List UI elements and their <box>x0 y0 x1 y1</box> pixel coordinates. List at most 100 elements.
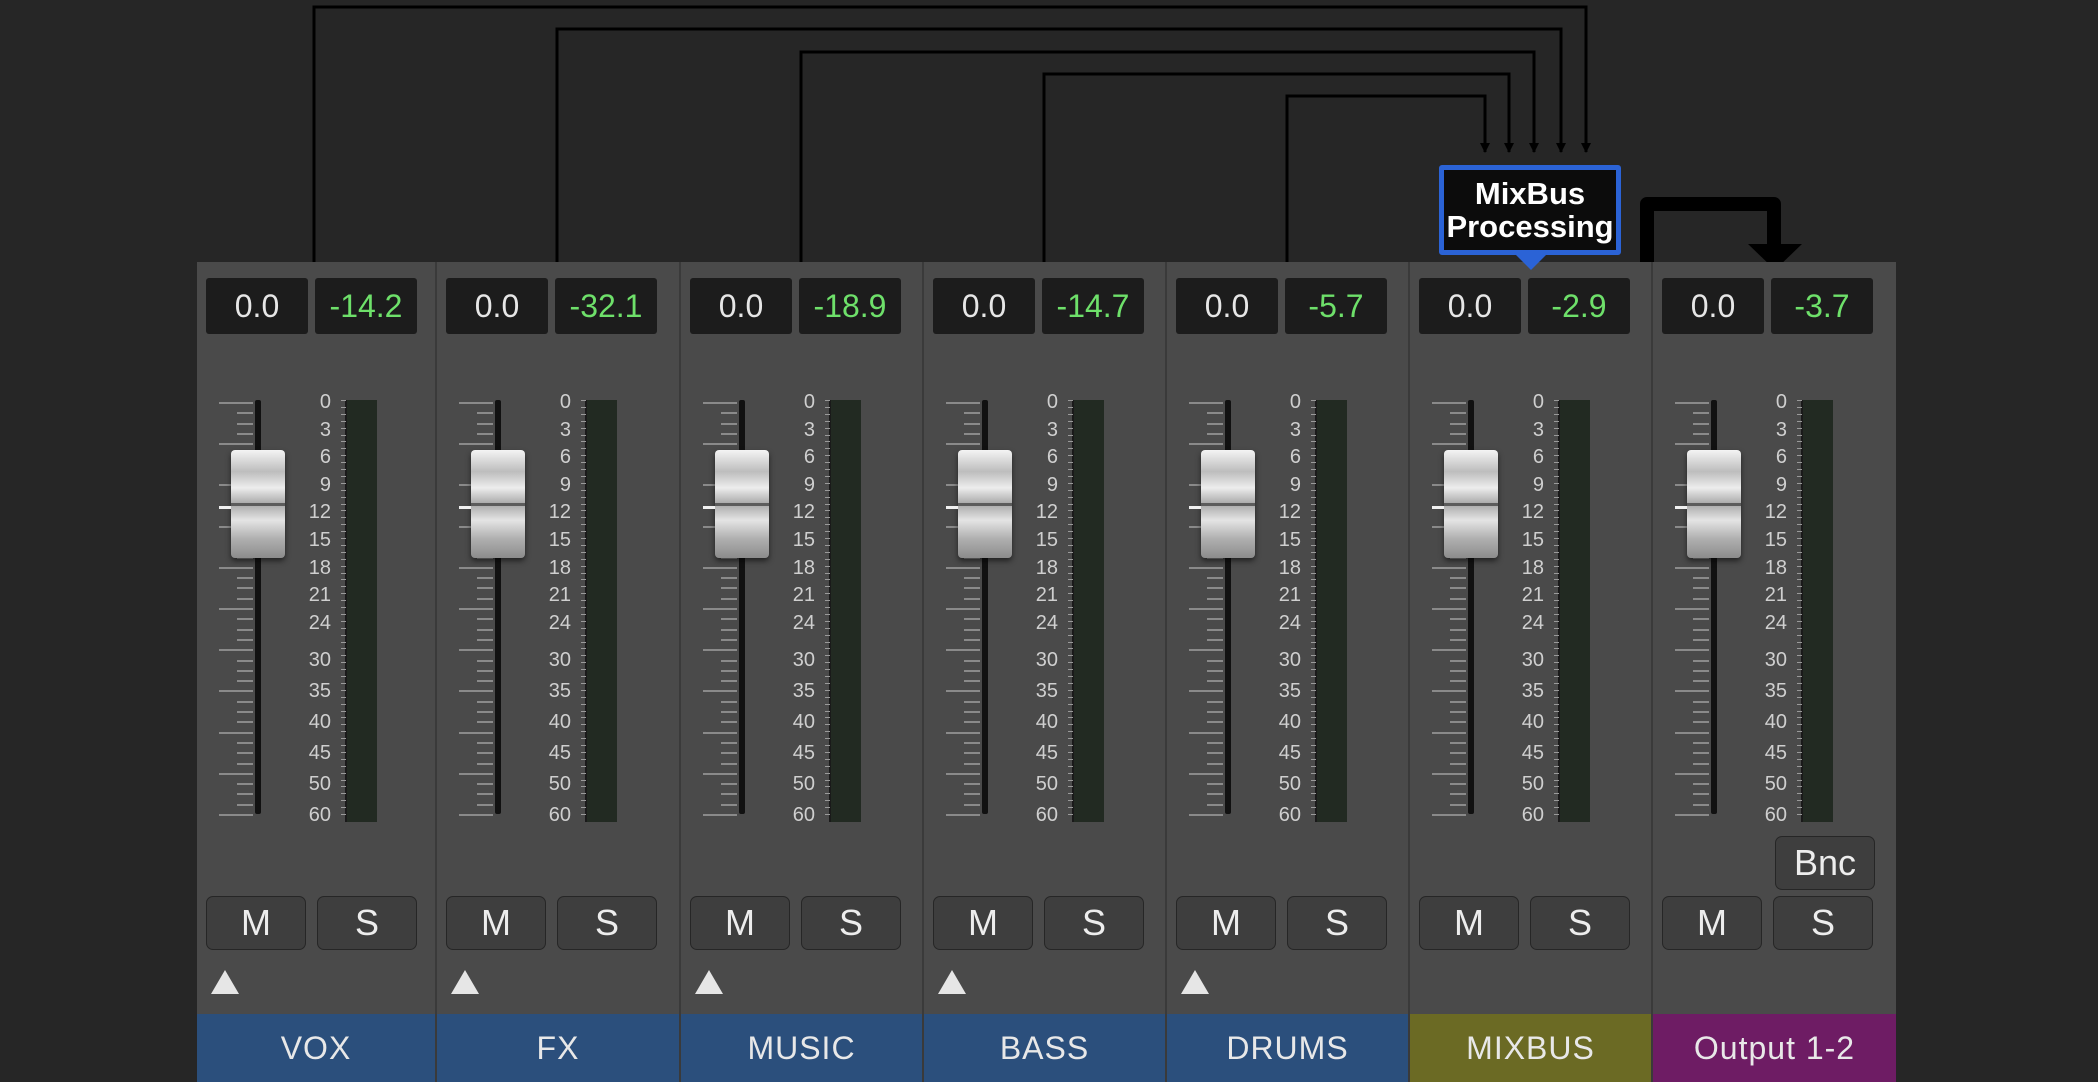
meter-tick <box>1554 655 1559 657</box>
solo-button[interactable]: S <box>557 896 657 950</box>
meter-tick <box>1797 607 1802 608</box>
fader-handle[interactable] <box>958 450 1012 558</box>
volume-readout[interactable]: 0.0 <box>206 278 308 334</box>
volume-readout[interactable]: 0.0 <box>1176 278 1278 334</box>
peak-readout[interactable]: -5.7 <box>1285 278 1387 334</box>
meter-tick <box>825 641 830 643</box>
mute-button[interactable]: M <box>933 896 1033 950</box>
scale-label: 18 <box>1278 557 1301 579</box>
solo-button[interactable]: S <box>317 896 417 950</box>
channel-name[interactable]: VOX <box>197 1014 435 1082</box>
volume-readout[interactable]: 0.0 <box>933 278 1035 334</box>
meter-tick <box>1554 565 1559 567</box>
volume-readout[interactable]: 0.0 <box>690 278 792 334</box>
meter-tick <box>825 469 830 470</box>
fader-handle[interactable] <box>471 450 525 558</box>
fader-handle[interactable] <box>1444 450 1498 558</box>
send-triangle-icon[interactable] <box>938 970 966 994</box>
volume-readout[interactable]: 0.0 <box>446 278 548 334</box>
meter-tick <box>825 551 830 553</box>
fader-handle[interactable] <box>1687 450 1741 558</box>
fader-handle[interactable] <box>1201 450 1255 558</box>
peak-readout[interactable]: -14.7 <box>1042 278 1144 334</box>
fader-tick <box>459 402 493 404</box>
meter-tick <box>1554 682 1559 684</box>
channel-strip: 0.0 -3.7 0 3 6 9 12 15 18 21 24 30 35 40 45 50 60 Bnc M S Ou… <box>1653 262 1896 1082</box>
scale-label: 18 <box>1764 557 1787 579</box>
scale-label: 21 <box>308 584 331 606</box>
fader-tick <box>477 432 493 435</box>
meter-tick <box>581 613 586 615</box>
meter-tick <box>825 717 830 719</box>
channel-name[interactable]: BASS <box>924 1014 1165 1082</box>
send-triangle-icon[interactable] <box>211 970 239 994</box>
meter-tick <box>1554 517 1559 519</box>
channel-name[interactable]: DRUMS <box>1167 1014 1408 1082</box>
mute-button[interactable]: M <box>446 896 546 950</box>
mute-button[interactable]: M <box>1419 896 1519 950</box>
solo-button[interactable]: S <box>1287 896 1387 950</box>
mute-button[interactable]: M <box>1662 896 1762 950</box>
fader-tick <box>1693 638 1709 641</box>
mute-button[interactable]: M <box>690 896 790 950</box>
solo-button[interactable]: S <box>801 896 901 950</box>
bounce-button[interactable]: Bnc <box>1775 836 1875 890</box>
peak-readout[interactable]: -3.7 <box>1771 278 1873 334</box>
mute-button[interactable]: M <box>206 896 306 950</box>
meter-tick <box>1068 738 1073 740</box>
peak-readout[interactable]: -18.9 <box>799 278 901 334</box>
send-triangle-icon[interactable] <box>451 970 479 994</box>
channel-name[interactable]: Output 1-2 <box>1653 1014 1896 1082</box>
mute-button[interactable]: M <box>1176 896 1276 950</box>
volume-readout[interactable]: 0.0 <box>1662 278 1764 334</box>
send-triangle-icon[interactable] <box>1181 970 1209 994</box>
channel-name[interactable]: FX <box>437 1014 679 1082</box>
fader-handle[interactable] <box>715 450 769 558</box>
meter-tick <box>1554 593 1559 595</box>
fader-tick <box>964 741 980 744</box>
level-meter <box>1797 400 1833 822</box>
fader-tick <box>459 566 493 569</box>
fader-tick <box>1693 422 1709 425</box>
solo-button[interactable]: S <box>1773 896 1873 950</box>
fader-tick <box>477 422 493 425</box>
fader-area: 0 3 6 9 12 15 18 21 24 30 35 40 45 50 60 <box>1410 392 1651 825</box>
scale-label: 15 <box>792 529 815 551</box>
scale-label: 45 <box>1278 742 1301 764</box>
fader-tick <box>1207 803 1223 806</box>
meter-tick <box>1797 703 1802 705</box>
fader-tick <box>1207 597 1223 600</box>
fader-handle[interactable] <box>231 450 285 558</box>
meter-tick <box>1797 627 1802 629</box>
meter-tick <box>1554 510 1559 512</box>
meter-tick <box>341 696 346 698</box>
meter-tick <box>1797 724 1802 726</box>
meter-tick <box>1068 434 1073 436</box>
send-triangle-icon[interactable] <box>695 970 723 994</box>
meter-tick <box>581 551 586 553</box>
meter-tick <box>1068 634 1073 636</box>
scale-label: 0 <box>803 391 815 413</box>
channel-name[interactable]: MIXBUS <box>1410 1014 1651 1082</box>
meter-tick <box>1797 462 1802 464</box>
meter-tick <box>1068 703 1073 705</box>
volume-readout[interactable]: 0.0 <box>1419 278 1521 334</box>
fader-tick <box>721 721 737 724</box>
meter-tick <box>825 731 830 733</box>
meter-tick <box>1797 496 1802 498</box>
peak-readout[interactable]: -14.2 <box>315 278 417 334</box>
meter-tick <box>1554 793 1559 795</box>
solo-button[interactable]: S <box>1530 896 1630 950</box>
fader-area: 0 3 6 9 12 15 18 21 24 30 35 40 45 50 60 <box>197 392 435 825</box>
meter-tick <box>1554 496 1559 498</box>
solo-button[interactable]: S <box>1044 896 1144 950</box>
channel-name[interactable]: MUSIC <box>681 1014 922 1082</box>
meter-tick <box>1311 758 1316 760</box>
fader-tick <box>477 711 493 713</box>
meter-tick <box>825 544 830 546</box>
peak-readout[interactable]: -2.9 <box>1528 278 1630 334</box>
meter-tick <box>1797 503 1802 505</box>
peak-readout[interactable]: -32.1 <box>555 278 657 334</box>
fader-tick <box>1693 669 1709 672</box>
meter-tick <box>1797 482 1802 484</box>
